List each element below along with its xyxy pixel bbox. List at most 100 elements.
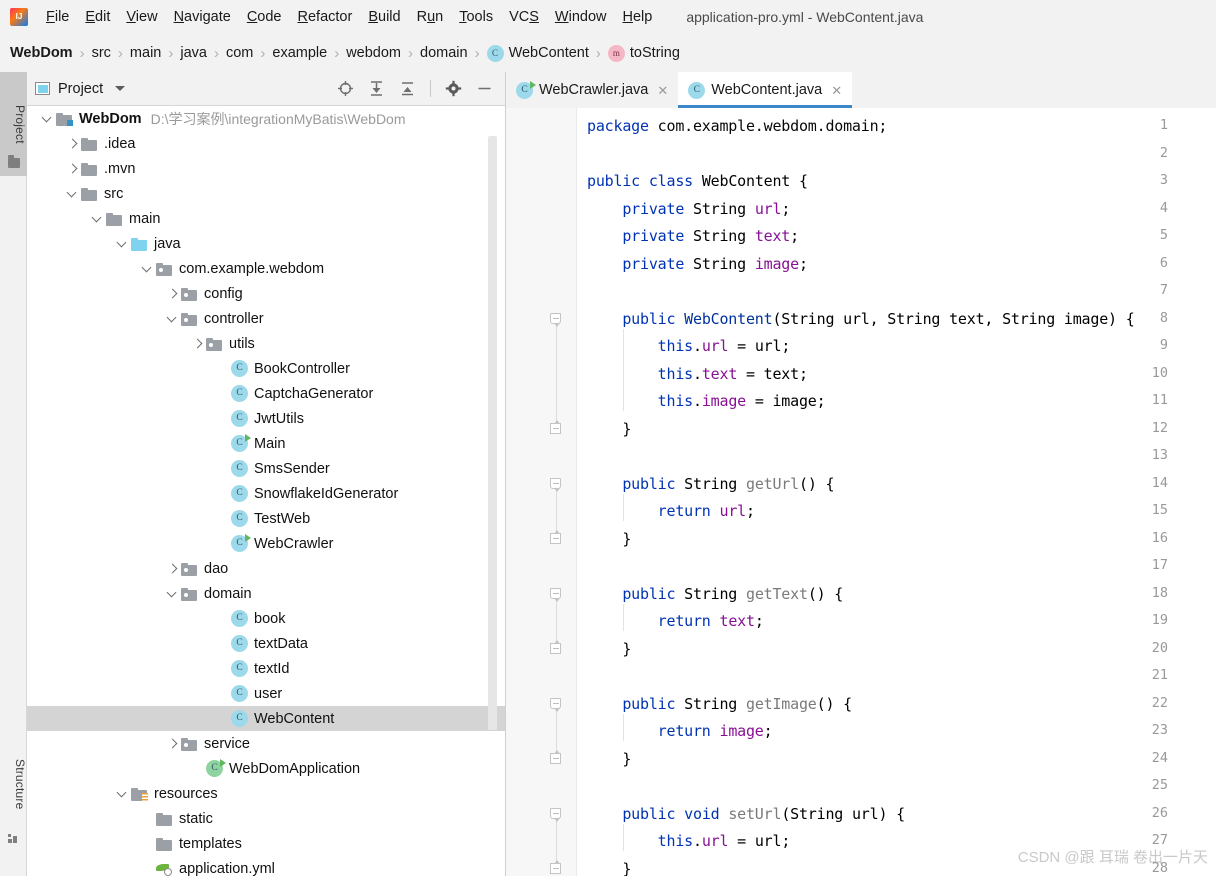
tree-node-textdata[interactable]: CtextData (27, 631, 505, 656)
breadcrumb-item-main[interactable]: main (130, 45, 161, 61)
menu-item-navigate[interactable]: Navigate (166, 6, 239, 28)
chevron-right-icon[interactable] (191, 337, 204, 350)
tree-node-config[interactable]: config (27, 281, 505, 306)
tree-node-snowflakeidgenerator[interactable]: CSnowflakeIdGenerator (27, 481, 505, 506)
package-icon (206, 337, 223, 351)
locate-target-icon[interactable] (337, 80, 354, 97)
close-icon[interactable]: ✕ (831, 84, 842, 97)
tree-node-webcontent[interactable]: CWebContent (27, 706, 505, 731)
tree-node-jwtutils[interactable]: CJwtUtils (27, 406, 505, 431)
tree-node-captchagenerator[interactable]: CCaptchaGenerator (27, 381, 505, 406)
folder-icon (81, 137, 98, 151)
tree-node-bookcontroller[interactable]: CBookController (27, 356, 505, 381)
tree-node-label: JwtUtils (254, 411, 304, 427)
tree-node-main[interactable]: main (27, 206, 505, 231)
menu-item-run[interactable]: Run (409, 6, 452, 28)
tree-node-utils[interactable]: utils (27, 331, 505, 356)
project-tree-scrollbar[interactable] (488, 136, 497, 730)
menu-item-file[interactable]: File (38, 6, 77, 28)
chevron-down-icon[interactable] (166, 587, 179, 600)
tree-node-resources[interactable]: resources (27, 781, 505, 806)
tree-node-service[interactable]: service (27, 731, 505, 756)
chevron-right-icon[interactable] (166, 287, 179, 300)
editor-tab-webcontent-java[interactable]: CWebContent.java✕ (678, 72, 852, 108)
hide-minimize-icon[interactable] (476, 80, 493, 97)
tree-node-java[interactable]: java (27, 231, 505, 256)
code-fold-end-icon[interactable] (550, 533, 563, 546)
line-number: 7 (1128, 282, 1168, 298)
tree-node-src[interactable]: src (27, 181, 505, 206)
tree-node-textid[interactable]: CtextId (27, 656, 505, 681)
breadcrumb-item-webdom[interactable]: WebDom (10, 45, 73, 61)
chevron-right-icon[interactable] (66, 162, 79, 175)
tree-node-webdom[interactable]: WebDomD:\学习案例\integrationMyBatis\WebDom (27, 106, 505, 131)
code-fold-end-icon[interactable] (550, 863, 563, 876)
chevron-down-icon[interactable] (141, 262, 154, 275)
tree-node-controller[interactable]: controller (27, 306, 505, 331)
collapse-all-icon[interactable] (399, 80, 416, 97)
chevron-down-icon[interactable] (41, 112, 54, 125)
breadcrumb-item-com[interactable]: com (226, 45, 253, 61)
tree-node-book[interactable]: Cbook (27, 606, 505, 631)
code-fold-end-icon[interactable] (550, 423, 563, 436)
editor-gutter[interactable] (506, 108, 576, 876)
tree-node-webcrawler[interactable]: CWebCrawler (27, 531, 505, 556)
chevron-down-icon[interactable] (166, 312, 179, 325)
tree-node-webdomapplication[interactable]: CWebDomApplication (27, 756, 505, 781)
breadcrumb-item-webcontent[interactable]: CWebContent (487, 45, 589, 62)
chevron-right-icon[interactable] (166, 737, 179, 750)
tree-node-.idea[interactable]: .idea (27, 131, 505, 156)
chevron-down-icon[interactable] (116, 787, 129, 800)
line-number: 22 (1128, 695, 1168, 711)
line-number: 9 (1128, 337, 1168, 353)
settings-gear-icon[interactable] (445, 80, 462, 97)
expand-all-icon[interactable] (368, 80, 385, 97)
tree-node-smssender[interactable]: CSmsSender (27, 456, 505, 481)
menu-item-help[interactable]: Help (614, 6, 660, 28)
editor-tab-webcrawler-java[interactable]: CWebCrawler.java✕ (506, 72, 678, 108)
structure-icon (8, 834, 20, 844)
tree-node-.mvn[interactable]: .mvn (27, 156, 505, 181)
menu-item-tools[interactable]: Tools (451, 6, 501, 28)
tree-node-application.yml[interactable]: application.yml (27, 856, 505, 876)
code-fold-expanded-icon[interactable] (550, 478, 563, 491)
code-fold-expanded-icon[interactable] (550, 588, 563, 601)
tree-node-main[interactable]: CMain (27, 431, 505, 456)
tree-node-testweb[interactable]: CTestWeb (27, 506, 505, 531)
breadcrumb-item-java[interactable]: java (180, 45, 207, 61)
breadcrumb-item-domain[interactable]: domain (420, 45, 468, 61)
menu-item-vcs[interactable]: VCS (501, 6, 547, 28)
code-editor[interactable]: CSDN @跟 耳瑞 卷出一片天 1package com.example.we… (506, 108, 1216, 876)
tree-node-user[interactable]: Cuser (27, 681, 505, 706)
sidebar-item-structure[interactable]: Structure (0, 732, 27, 836)
menu-item-edit[interactable]: Edit (77, 6, 118, 28)
breadcrumb-item-tostring[interactable]: mtoString (608, 45, 680, 62)
code-fold-end-icon[interactable] (550, 753, 563, 766)
menu-item-refactor[interactable]: Refactor (290, 6, 361, 28)
chevron-right-icon[interactable] (66, 137, 79, 150)
tree-node-label: textData (254, 636, 308, 652)
code-fold-expanded-icon[interactable] (550, 808, 563, 821)
tree-node-com.example.webdom[interactable]: com.example.webdom (27, 256, 505, 281)
chevron-right-icon[interactable] (166, 562, 179, 575)
chevron-down-icon[interactable] (66, 187, 79, 200)
breadcrumb-item-example[interactable]: example (272, 45, 327, 61)
menu-item-view[interactable]: View (118, 6, 165, 28)
project-tree[interactable]: WebDomD:\学习案例\integrationMyBatis\WebDom.… (27, 106, 505, 876)
chevron-down-icon[interactable] (91, 212, 104, 225)
menu-item-window[interactable]: Window (547, 6, 615, 28)
tree-node-static[interactable]: static (27, 806, 505, 831)
code-fold-end-icon[interactable] (550, 643, 563, 656)
breadcrumb-item-webdom[interactable]: webdom (346, 45, 401, 61)
breadcrumb-item-src[interactable]: src (92, 45, 111, 61)
code-fold-expanded-icon[interactable] (550, 698, 563, 711)
tree-node-templates[interactable]: templates (27, 831, 505, 856)
tree-node-dao[interactable]: dao (27, 556, 505, 581)
menu-item-code[interactable]: Code (239, 6, 290, 28)
chevron-down-icon[interactable] (115, 86, 125, 91)
close-icon[interactable]: ✕ (657, 84, 668, 97)
tree-node-domain[interactable]: domain (27, 581, 505, 606)
menu-item-build[interactable]: Build (360, 6, 408, 28)
chevron-down-icon[interactable] (116, 237, 129, 250)
code-fold-expanded-icon[interactable] (550, 313, 563, 326)
